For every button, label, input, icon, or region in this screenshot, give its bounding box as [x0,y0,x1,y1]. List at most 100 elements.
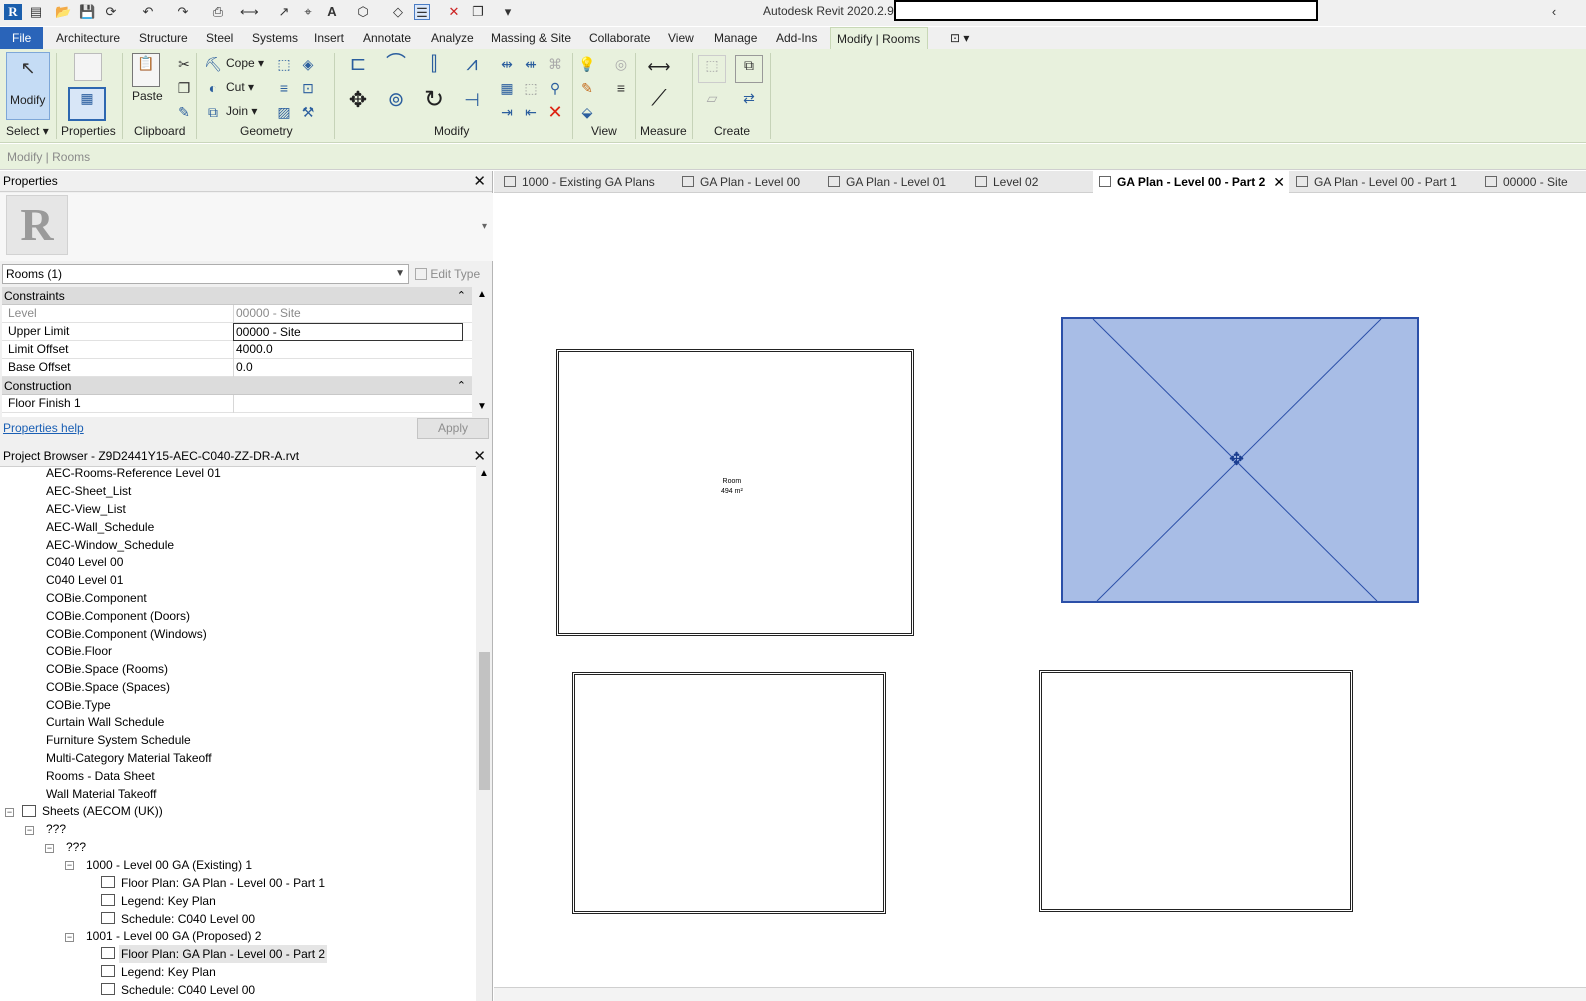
switch-windows-icon[interactable]: ❐ [470,4,486,20]
type-properties-icon[interactable] [74,53,102,81]
measure-distance-icon[interactable]: ⟋ [642,87,676,117]
list-item[interactable]: Curtain Wall Schedule [46,713,164,731]
viewport-room-plan[interactable]: Room 494 m² [556,349,914,636]
tab-systems[interactable]: Systems [246,27,304,49]
view-tab[interactable]: GA Plan - Level 01 [822,171,946,193]
list-item[interactable]: AEC-Sheet_List [46,482,131,500]
collapse-icon[interactable]: ⌃ [457,377,466,395]
list-item[interactable]: Floor Plan: GA Plan - Level 00 - Part 2 [119,945,328,963]
offset-icon[interactable]: ⌒ [382,54,410,81]
list-item[interactable]: AEC-View_List [46,500,126,518]
ribbon-minimize-icon[interactable]: ⊡ ▾ [944,27,975,49]
list-item[interactable]: Floor Plan: GA Plan - Level 00 - Part 1 [121,874,325,892]
list-item[interactable]: Schedule: C040 Level 00 [121,981,255,999]
list-item[interactable]: Legend: Key Plan [121,892,216,910]
trim-multiple-icon[interactable]: ⇤ [522,103,540,121]
chevron-down-icon[interactable]: ▾ [482,221,487,232]
list-item[interactable]: COBie.Type [46,696,111,714]
beam-join-icon[interactable]: ≡ [275,79,293,97]
list-item[interactable]: COBie.Component (Doors) [46,607,190,625]
list-item[interactable]: Schedule: C040 Level 00 [121,910,255,928]
list-item[interactable]: Multi-Category Material Takeoff [46,749,212,767]
open-icon[interactable]: 📂 [55,4,71,20]
chevron-left-icon[interactable]: ‹ [1546,4,1562,20]
scale-icon[interactable]: ⬚ [522,79,540,97]
visibility-icon[interactable]: ◎ [612,55,630,73]
revit-logo-icon[interactable]: R [4,4,22,20]
tree-node-sheet[interactable]: 1000 - Level 00 GA (Existing) 1 [86,856,252,874]
collapse-toggle-icon[interactable]: − [65,861,74,870]
list-item[interactable]: Furniture System Schedule [46,731,191,749]
list-item[interactable]: C040 Level 01 [46,571,123,589]
apply-button[interactable]: Apply [417,418,489,439]
demolish-icon[interactable]: ⊡ [299,79,317,97]
hammer-icon[interactable]: ⚒ [299,103,317,121]
split-gap-icon[interactable]: ⇺ [522,55,540,73]
tab-modify-rooms[interactable]: Modify | Rooms [830,27,928,49]
scroll-up-icon[interactable]: ▲ [477,289,487,300]
floor-finish-field[interactable] [233,395,463,413]
properties-help-link[interactable]: Properties help [3,421,84,435]
unpin-icon[interactable]: ⌘ [546,55,564,73]
type-selector[interactable]: Rooms (1) ▼ [2,264,409,284]
lightbulb-icon[interactable]: 💡 [578,55,596,73]
tab-collaborate[interactable]: Collaborate [583,27,656,49]
scroll-up-icon[interactable]: ▲ [479,468,489,479]
3d-view-icon[interactable]: ⬡ [355,4,371,20]
tab-structure[interactable]: Structure [133,27,194,49]
property-row[interactable]: Upper Limit 00000 - Site [2,323,472,341]
split-face-icon[interactable]: ◈ [299,55,317,73]
select-dropdown[interactable]: Select ▾ [6,124,49,138]
pin-icon[interactable]: ⚲ [546,79,564,97]
view-tab[interactable]: GA Plan - Level 00 [676,171,800,193]
dimension-icon[interactable]: ↗ [276,4,292,20]
property-row[interactable]: Base Offset 0.0 [2,359,472,377]
override-graphics-icon[interactable]: ✎ [578,79,596,97]
tree-node-sheets[interactable]: Sheets (AECOM (UK)) [42,802,163,820]
property-row[interactable]: Level 00000 - Site [2,305,472,323]
list-item[interactable]: COBie.Floor [46,642,112,660]
list-item[interactable]: AEC-Rooms-Reference Level 01 [46,464,221,482]
tree-node-sheet[interactable]: 1001 - Level 00 GA (Proposed) 2 [86,927,261,945]
create-assembly-icon[interactable]: ⬚ [698,55,726,83]
property-row[interactable]: Limit Offset 4000.0 [2,341,472,359]
paint-icon[interactable]: ▨ [275,103,293,121]
list-item[interactable]: COBie.Component [46,589,147,607]
cope-button[interactable]: Cope ▾ [226,56,264,70]
undo-icon[interactable]: ↶ [140,4,156,20]
mirror-axis-icon[interactable]: ⫿ [420,54,448,81]
collapse-toggle-icon[interactable]: − [65,933,74,942]
trim-single-icon[interactable]: ⇥ [498,103,516,121]
list-item[interactable]: COBie.Space (Rooms) [46,660,168,678]
close-icon[interactable]: ✕ [473,446,486,467]
redo-icon[interactable]: ↷ [175,4,191,20]
list-item[interactable]: C040 Level 00 [46,553,123,571]
group-construction[interactable]: Construction ⌃ [2,377,472,395]
tree-node-group[interactable]: ??? [46,820,66,838]
room-tag[interactable]: Room 494 m² [721,477,743,497]
recent-files-icon[interactable]: ▤ [28,4,44,20]
copy-element-icon[interactable]: ⊚ [382,90,410,119]
tab-insert[interactable]: Insert [308,27,350,49]
viewport-selected[interactable]: ✥ [1061,317,1419,603]
list-item[interactable]: Legend: Key Plan [121,963,216,981]
list-item[interactable]: AEC-Window_Schedule [46,536,174,554]
join-button[interactable]: Join ▾ [226,104,257,118]
edit-type-button[interactable]: Edit Type [415,264,490,284]
list-item[interactable]: Wall Material Takeoff [46,785,157,803]
create-parts-icon[interactable]: ⧉ [735,55,763,83]
collapse-toggle-icon[interactable]: − [5,808,14,817]
tree-node-group[interactable]: ??? [66,838,86,856]
collapse-toggle-icon[interactable]: − [25,826,34,835]
view-tab[interactable]: 1000 - Existing GA Plans [498,171,655,193]
view-tab[interactable]: 00000 - Site [1479,171,1568,193]
view-tab[interactable]: GA Plan - Level 00 - Part 1 [1290,171,1457,193]
measure-icon[interactable]: ⟷ [240,4,259,20]
drawing-canvas[interactable]: Room 494 m² ✥ [494,193,1586,987]
aligned-dimension-icon[interactable]: ⟷ [642,59,676,77]
upper-limit-field[interactable]: 00000 - Site [233,323,463,341]
create-similar-icon[interactable]: ⇄ [735,89,763,117]
wall-joins-icon[interactable]: ⬚ [275,55,293,73]
array-icon[interactable]: ▦ [498,79,516,97]
tab-steel[interactable]: Steel [200,27,239,49]
